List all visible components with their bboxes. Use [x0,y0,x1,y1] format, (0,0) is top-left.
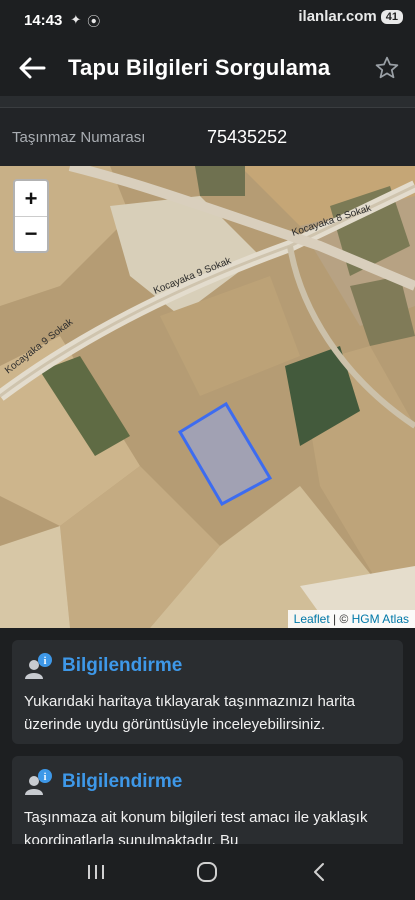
home-icon [197,862,218,882]
parcel-number-row: Taşınmaz Numarası 75435252 [0,108,415,166]
user-info-icon: i [24,652,54,680]
info-card: i Bilgilendirme Taşınmaza ait konum bilg… [12,756,403,856]
zoom-in-button[interactable]: + [15,181,47,216]
user-info-icon: i [24,768,54,796]
card-title: Bilgilendirme [62,655,183,676]
leaflet-link[interactable]: Leaflet [294,612,330,626]
bluetooth-icon: ⦿ [87,13,101,29]
status-time: 14:43 [24,11,63,29]
card-title: Bilgilendirme [62,771,183,792]
map-attribution: Leaflet | © HGM Atlas [287,610,415,628]
home-button[interactable] [177,852,237,892]
back-chevron-icon [314,863,325,881]
satellite-map[interactable]: Kocayaka 9 Sokak Kocayaka 8 Sokak Kocaya… [0,166,415,628]
system-back-button[interactable] [289,852,349,892]
header-divider [0,96,415,108]
recent-apps-icon [87,865,104,879]
map-imagery: Kocayaka 9 Sokak Kocayaka 8 Sokak Kocaya… [0,166,415,628]
favorite-button[interactable] [359,40,415,96]
brand-logo: ilanlar.com [298,8,377,25]
attribution-separator: | © [329,612,352,626]
status-right: ilanlar.com 41 [298,8,403,25]
status-bar: 14:43 ✦ ⦿ ilanlar.com 41 [0,0,415,40]
star-outline-icon [375,56,399,79]
parcel-number-value: 75435252 [207,126,288,147]
back-button[interactable] [0,40,64,96]
app-bar: Tapu Bilgileri Sorgulama [0,40,415,96]
page-title: Tapu Bilgileri Sorgulama [68,55,331,80]
card-text: Yukarıdaki haritaya tıklayarak taşınmazı… [24,693,355,733]
system-nav-bar [0,844,415,900]
arrow-left-icon [19,57,46,79]
card-header: i Bilgilendirme [24,652,391,680]
card-header: i Bilgilendirme [24,768,391,796]
parcel-number-label: Taşınmaz Numarası [12,128,146,146]
battery-indicator: 41 [380,9,403,24]
svg-text:i: i [44,656,47,667]
info-card: i Bilgilendirme Yukarıdaki haritaya tıkl… [12,640,403,744]
svg-text:i: i [44,772,47,783]
recent-apps-button[interactable] [66,852,126,892]
zoom-out-button[interactable]: − [15,216,47,251]
signal-icon: ✦ [70,12,82,27]
hgm-atlas-link[interactable]: HGM Atlas [352,612,409,626]
zoom-control: + − [13,179,49,253]
